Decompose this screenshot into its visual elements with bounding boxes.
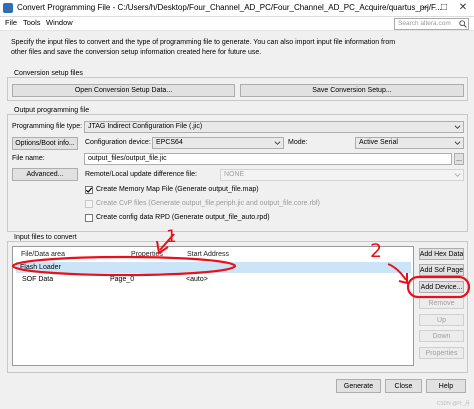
menu-file[interactable]: File [5, 18, 17, 27]
app-icon [3, 3, 13, 13]
options-boot-info-button[interactable]: Options/Boot info... [12, 137, 78, 150]
chevron-down-icon [454, 125, 461, 129]
add-sof-page-button[interactable]: Add Sof Page [419, 264, 464, 276]
configuration-device-label: Configuration device: [85, 139, 151, 146]
configuration-device-select[interactable]: EPCS64 [152, 137, 284, 149]
chevron-down-icon [274, 141, 281, 145]
memory-map-checkbox[interactable] [85, 186, 93, 194]
chevron-down-icon [454, 173, 461, 177]
search-placeholder: Search altera.com [398, 20, 451, 27]
checkmark-icon [85, 187, 93, 193]
config-rpd-label: Create config data RPD (Generate output_… [96, 214, 270, 221]
remove-button[interactable]: Remove [419, 297, 464, 309]
memory-map-label: Create Memory Map File (Generate output_… [96, 186, 259, 193]
menu-window[interactable]: Window [46, 18, 73, 27]
mode-label: Mode: [288, 139, 308, 146]
open-conversion-setup-button[interactable]: Open Conversion Setup Data... [12, 84, 235, 97]
minimize-icon[interactable]: – [419, 2, 431, 14]
column-header-start-address[interactable]: Start Address [187, 251, 229, 258]
cvp-files-checkbox[interactable] [85, 200, 93, 208]
browse-button[interactable]: ... [454, 153, 464, 165]
conversion-setup-label: Conversion setup files [12, 70, 85, 77]
intro-text: Specify the input files to convert and t… [11, 39, 396, 56]
search-icon[interactable] [459, 20, 467, 28]
file-name-label: File name: [12, 155, 45, 162]
cvp-files-label: Create CvP files (Generate output_file.p… [96, 200, 320, 207]
programming-file-type-select[interactable]: JTAG Indirect Configuration File (.jic) [84, 121, 464, 133]
programming-file-type-label: Programming file type: [12, 123, 83, 130]
input-files-label: Input files to convert [12, 234, 79, 241]
add-hex-data-button[interactable]: Add Hex Data [419, 248, 464, 260]
row-start-address-cell: <auto> [186, 276, 208, 283]
window-title: Convert Programming File - C:/Users/h/De… [17, 3, 442, 12]
configuration-device-value: EPCS64 [156, 139, 183, 146]
save-conversion-setup-button[interactable]: Save Conversion Setup... [240, 84, 464, 97]
config-rpd-checkbox[interactable] [85, 214, 93, 222]
row-properties-cell: Page_0 [110, 276, 135, 283]
help-button[interactable]: Help [426, 379, 466, 393]
maximize-icon[interactable]: □ [438, 2, 450, 14]
mode-select[interactable]: Active Serial [355, 137, 464, 149]
menu-tools[interactable]: Tools [23, 18, 41, 27]
close-button[interactable]: Close [385, 379, 422, 393]
advanced-button[interactable]: Advanced... [12, 168, 78, 181]
output-group-label: Output programming file [12, 107, 92, 114]
remote-local-update-value: NONE [224, 171, 245, 178]
programming-file-type-value: JTAG Indirect Configuration File (.jic) [88, 123, 203, 130]
table-row[interactable]: Flash Loader [16, 262, 411, 273]
properties-button[interactable]: Properties [419, 347, 464, 359]
file-name-input[interactable]: output_files/output_file.jic [84, 153, 452, 165]
input-files-table[interactable]: File/Data area Properties Start Address … [12, 246, 414, 366]
column-header-file[interactable]: File/Data area [21, 251, 65, 258]
table-row[interactable]: SOF Data Page_0 <auto> [16, 275, 411, 286]
add-device-button[interactable]: Add Device... [419, 281, 464, 293]
chevron-down-icon [454, 141, 461, 145]
close-icon[interactable]: ✕ [457, 2, 469, 14]
remote-local-update-select[interactable]: NONE [220, 169, 464, 181]
search-input[interactable]: Search altera.com [394, 18, 469, 30]
mode-value: Active Serial [359, 139, 398, 146]
column-header-properties[interactable]: Properties [131, 251, 163, 258]
up-button[interactable]: Up [419, 314, 464, 326]
title-bar: Convert Programming File - C:/Users/h/De… [0, 0, 474, 17]
file-name-value: output_files/output_file.jic [88, 155, 167, 162]
row-file-cell: Flash Loader [20, 264, 61, 271]
watermark: CSDN @叶_月 [436, 401, 470, 407]
row-file-cell: SOF Data [22, 276, 54, 283]
down-button[interactable]: Down [419, 330, 464, 342]
remote-local-update-label: Remote/Local update difference file: [85, 171, 197, 178]
generate-button[interactable]: Generate [336, 379, 381, 393]
